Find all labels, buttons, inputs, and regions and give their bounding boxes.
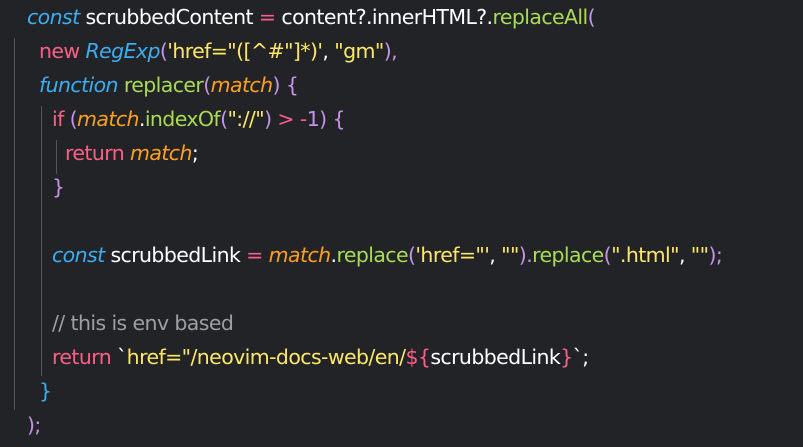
code-token: match	[77, 107, 139, 131]
code-token: =	[246, 243, 263, 267]
code-token: >	[277, 107, 294, 131]
code-token: ),	[383, 39, 398, 63]
code-token: )	[264, 107, 278, 131]
code-line[interactable]: }	[39, 374, 52, 408]
code-token: replace	[532, 243, 604, 267]
code-token: replaceAll	[492, 5, 588, 29]
code-line[interactable]: function replacer(match) {	[39, 68, 299, 102]
code-token: content?.innerHTML?.	[275, 5, 493, 29]
code-token: // this is env based	[52, 311, 234, 335]
code-token: "gm"	[334, 39, 384, 63]
code-token: indexOf	[144, 107, 221, 131]
indent-guide	[41, 106, 42, 376]
code-line[interactable]: );	[27, 408, 41, 442]
code-token: =	[258, 5, 276, 29]
code-token: "://"	[227, 107, 265, 131]
code-token: ""	[501, 243, 519, 267]
code-token: if	[52, 107, 64, 131]
code-token: ${	[405, 345, 431, 369]
code-token: match	[268, 243, 331, 267]
indent-guide	[56, 140, 57, 174]
code-token: ) {	[272, 73, 299, 97]
code-token: (	[603, 243, 612, 267]
code-token: const	[27, 5, 80, 29]
code-token: 1	[306, 107, 320, 131]
code-token: ".html"	[611, 243, 679, 267]
code-line[interactable]: const scrubbedLink = match.replace('href…	[52, 238, 723, 272]
code-token: href="/neovim-docs-web/en/	[126, 345, 406, 369]
code-token: (	[587, 5, 596, 29]
code-token: return	[52, 345, 112, 369]
code-token: }	[560, 345, 573, 369]
code-token: );	[708, 243, 723, 267]
code-token: }	[52, 175, 65, 199]
code-line[interactable]: if (match.indexOf("://") > -1) {	[52, 102, 346, 136]
code-line[interactable]: return `href="/neovim-docs-web/en/${scru…	[52, 340, 589, 374]
code-token: (	[203, 73, 211, 97]
code-token: ""	[690, 243, 709, 267]
code-token: 'href="'	[415, 243, 490, 267]
code-token: replace	[336, 243, 408, 267]
code-line[interactable]: new RegExp('href="([^#"]*)', "gm"),	[39, 34, 398, 68]
code-line[interactable]: // this is env based	[52, 306, 234, 340]
code-token: return	[65, 141, 125, 165]
code-token: scrubbedContent	[79, 5, 259, 29]
code-line[interactable]: }	[52, 170, 65, 204]
code-token: `	[572, 345, 583, 369]
code-token: 'href="([^#"]*)'	[167, 39, 323, 63]
code-line[interactable]: return match;	[65, 136, 199, 170]
code-token: -	[293, 107, 307, 131]
code-token: scrubbedLink	[104, 243, 247, 267]
code-token: `	[111, 345, 127, 369]
code-token: ,	[678, 243, 691, 267]
code-token: (	[63, 107, 78, 131]
code-token: scrubbedLink	[430, 345, 561, 369]
code-token: match	[130, 141, 192, 165]
code-token: new	[39, 39, 80, 63]
indent-guide	[14, 38, 15, 410]
code-token: ) {	[319, 107, 345, 131]
code-token: match	[210, 73, 273, 97]
code-token: );	[27, 413, 41, 437]
code-token: }	[39, 379, 52, 403]
code-line[interactable]: const scrubbedContent = content?.innerHT…	[27, 0, 596, 34]
code-token: ;	[191, 141, 199, 165]
code-token: ,	[489, 243, 502, 267]
code-editor[interactable]: const scrubbedContent = content?.innerHT…	[0, 0, 803, 447]
code-token: const	[52, 243, 105, 267]
code-token: replacer	[123, 73, 204, 97]
code-token: function	[39, 73, 119, 97]
code-token: RegExp	[85, 39, 161, 63]
code-token: ,	[322, 39, 335, 63]
code-token: ;	[582, 345, 589, 369]
code-token: ).	[518, 243, 533, 267]
